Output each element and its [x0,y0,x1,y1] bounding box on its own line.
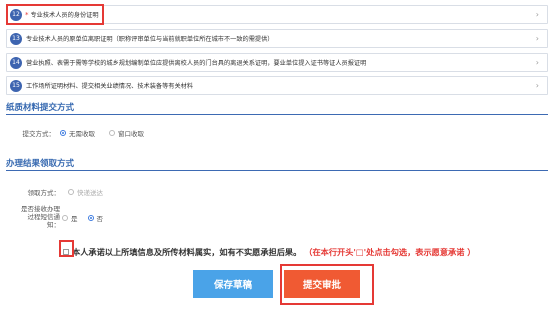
radio-label: 无需收取 [69,130,95,138]
radio-checked-icon[interactable] [60,130,66,136]
material-row-14[interactable]: 14 营业执照、表需于需等学校的城乡规划编制单位应提供离校人员的门台具的离退关系… [6,53,548,72]
radio-unchecked-icon[interactable] [109,130,115,136]
radio-option-no-collect[interactable]: 无需收取 [60,128,95,138]
section-divider [6,114,548,115]
radio-unchecked-icon[interactable] [68,189,74,195]
radio-label: 窗口收取 [118,130,144,138]
radio-label: 快递送达 [77,189,103,197]
chevron-right-icon: › [535,10,539,19]
highlight-box-checkbox [59,240,74,257]
sms-label-line-2: 过程短信通 [27,213,61,221]
sms-notify-radio-group: 是 否 [62,213,117,223]
submit-method-label: 提交方式： [22,130,56,138]
sms-label-line-3: 知： [47,221,60,229]
radio-option-express[interactable]: 快递送达 [68,187,103,197]
material-title: 营业执照、表需于需等学校的城乡规划编制单位应提供离校人员的门台具的离退关系证明，… [26,60,367,67]
pickup-method-radio-group: 快递送达 [68,187,117,197]
sms-notify-label: 是否接收办理 过程短信通 知： [2,205,60,229]
radio-label: 是 [71,215,78,223]
sms-label-line-1: 是否接收办理 [21,205,60,213]
pickup-method-label: 领取方式： [27,189,61,197]
material-title: 工作场所证明材料、提交相关业绩情况、技术装备等有关材料 [26,83,194,90]
highlight-box-material-12 [6,4,104,25]
commitment-hint: （在本行开头'□'处点击勾选，表示愿意承诺 ） [304,247,476,257]
section-divider [6,170,548,171]
radio-option-no[interactable]: 否 [87,213,104,223]
radio-checked-icon[interactable] [87,215,94,221]
radio-option-window-collect[interactable]: 窗口收取 [109,128,144,138]
material-row-13[interactable]: 13 专业技术人员的原单位离职证明（职称评审单位与当前就职单位所在城市不一致的需… [6,29,548,48]
radio-label: 否 [96,215,104,223]
save-draft-button[interactable]: 保存草稿 [193,270,273,298]
radio-option-yes[interactable]: 是 [62,213,78,223]
submit-method-radio-group: 无需收取 窗口收取 [60,128,158,138]
chevron-right-icon: › [535,81,539,90]
chevron-right-icon: › [535,58,539,67]
paper-section-title: 纸质材料提交方式 [6,103,75,113]
material-number-badge: 15 [10,79,22,92]
result-section-title: 办理结果领取方式 [6,159,75,169]
material-number-badge: 14 [10,56,22,69]
commitment-text: 本人承诺以上所填信息及所传材料属实，如有不实愿承担后果。 [72,247,302,257]
chevron-right-icon: › [535,34,539,43]
commitment-row: 本人承诺以上所填信息及所传材料属实，如有不实愿承担后果。 （在本行开头'□'处点… [63,246,475,258]
radio-unchecked-icon[interactable] [62,215,68,221]
material-number-badge: 13 [10,32,22,45]
material-title: 专业技术人员的原单位离职证明（职称评审单位与当前就职单位所在城市不一致的需提供） [26,36,274,43]
highlight-box-submit [280,264,374,305]
material-row-15[interactable]: 15 工作场所证明材料、提交相关业绩情况、技术装备等有关材料 › [6,76,548,95]
